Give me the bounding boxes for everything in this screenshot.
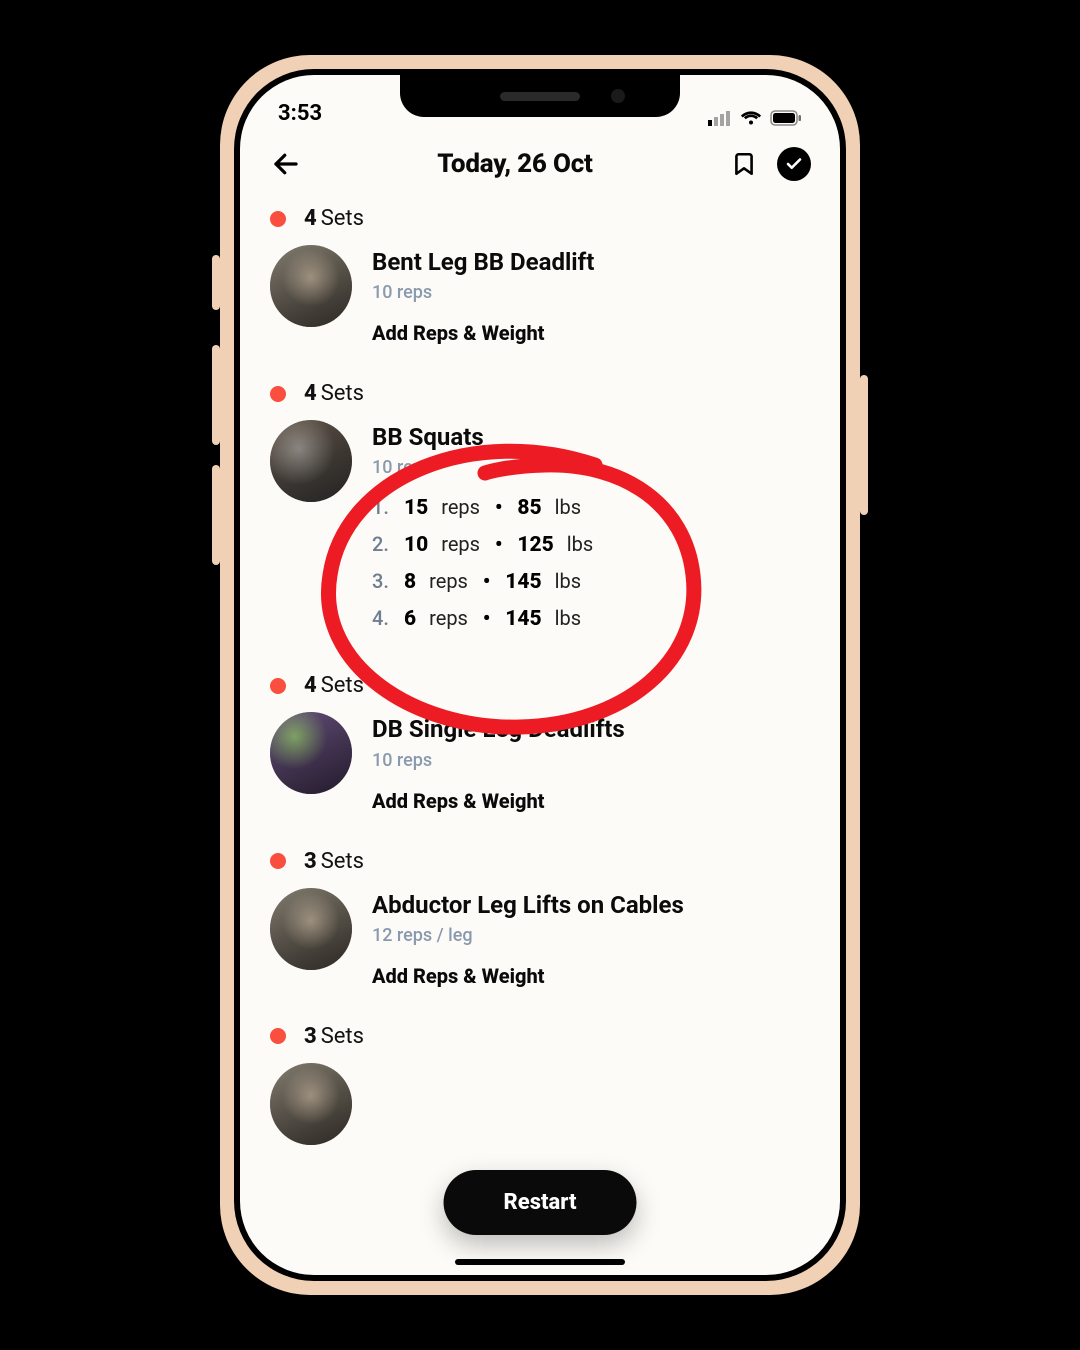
- exercise-row[interactable]: Bent Leg BB Deadlift 10 reps Add Reps & …: [266, 245, 814, 345]
- logged-sets: 1.15reps•85lbs 2.10reps•125lbs 3.8reps•1…: [372, 490, 814, 637]
- timeline-dot: [270, 1028, 286, 1044]
- exercise-thumbnail[interactable]: [270, 245, 352, 327]
- exercise-subtext: 10 reps: [372, 457, 814, 478]
- exercise-row[interactable]: BB Squats 10 reps 1.15reps•85lbs 2.10rep…: [266, 420, 814, 637]
- exercise-thumbnail[interactable]: [270, 712, 352, 794]
- exercise-item: 3Sets Abductor Leg Lifts on Cables 12 re…: [266, 843, 814, 1018]
- wifi-icon: [740, 110, 762, 126]
- exercise-row[interactable]: DB Single Leg Deadlifts 10 reps Add Reps…: [266, 712, 814, 812]
- exercise-name: Bent Leg BB Deadlift: [372, 247, 814, 278]
- battery-icon: [770, 110, 802, 126]
- bookmark-button[interactable]: [724, 144, 764, 184]
- restart-button[interactable]: Restart: [444, 1170, 637, 1235]
- exercise-subtext: 10 reps: [372, 282, 814, 303]
- timeline-dot: [270, 853, 286, 869]
- exercise-item: 4Sets Bent Leg BB Deadlift 10 reps Add R…: [266, 200, 814, 375]
- timeline-dot: [270, 386, 286, 402]
- workout-list[interactable]: 4Sets Bent Leg BB Deadlift 10 reps Add R…: [240, 200, 840, 1260]
- back-arrow-icon: [271, 149, 301, 179]
- logged-set-row: 4.6reps•145lbs: [372, 601, 814, 638]
- logged-set-row: 1.15reps•85lbs: [372, 490, 814, 527]
- exercise-item: 4Sets DB Single Leg Deadlifts 10 reps Ad…: [266, 667, 814, 842]
- logged-set-row: 3.8reps•145lbs: [372, 564, 814, 601]
- add-reps-weight-button[interactable]: Add Reps & Weight: [372, 789, 814, 813]
- status-icons: [708, 110, 802, 126]
- phone-frame: 3:53 Today, 26 Oct: [220, 55, 860, 1295]
- exercise-name: BB Squats: [372, 422, 814, 453]
- exercise-row[interactable]: [266, 1063, 814, 1145]
- exercise-item: 4Sets BB Squats 10 reps 1.15reps•85lbs 2…: [266, 375, 814, 667]
- sets-label: 3Sets: [304, 1024, 364, 1049]
- timeline-dot: [270, 211, 286, 227]
- exercise-row[interactable]: Abductor Leg Lifts on Cables 12 reps / l…: [266, 888, 814, 988]
- sets-label: 4Sets: [304, 673, 364, 698]
- header: Today, 26 Oct: [240, 130, 840, 200]
- exercise-item: 3Sets: [266, 1018, 814, 1175]
- notch: [400, 75, 680, 117]
- exercise-thumbnail[interactable]: [270, 1063, 352, 1145]
- add-reps-weight-button[interactable]: Add Reps & Weight: [372, 964, 814, 988]
- exercise-thumbnail[interactable]: [270, 888, 352, 970]
- check-icon: [785, 155, 803, 173]
- signal-icon: [708, 110, 732, 126]
- exercise-subtext: 10 reps: [372, 750, 814, 771]
- add-reps-weight-button[interactable]: Add Reps & Weight: [372, 321, 814, 345]
- sets-label: 4Sets: [304, 206, 364, 231]
- exercise-thumbnail[interactable]: [270, 420, 352, 502]
- done-button[interactable]: [774, 144, 814, 184]
- timeline-dot: [270, 678, 286, 694]
- exercise-subtext: 12 reps / leg: [372, 925, 814, 946]
- back-button[interactable]: [266, 144, 306, 184]
- status-time: 3:53: [278, 101, 322, 126]
- home-indicator[interactable]: [455, 1259, 625, 1265]
- screen: 3:53 Today, 26 Oct: [240, 75, 840, 1275]
- exercise-name: DB Single Leg Deadlifts: [372, 714, 814, 745]
- exercise-name: Abductor Leg Lifts on Cables: [372, 890, 814, 921]
- bookmark-icon: [731, 151, 757, 177]
- logged-set-row: 2.10reps•125lbs: [372, 527, 814, 564]
- sets-label: 4Sets: [304, 381, 364, 406]
- sets-label: 3Sets: [304, 849, 364, 874]
- page-title: Today, 26 Oct: [316, 149, 714, 179]
